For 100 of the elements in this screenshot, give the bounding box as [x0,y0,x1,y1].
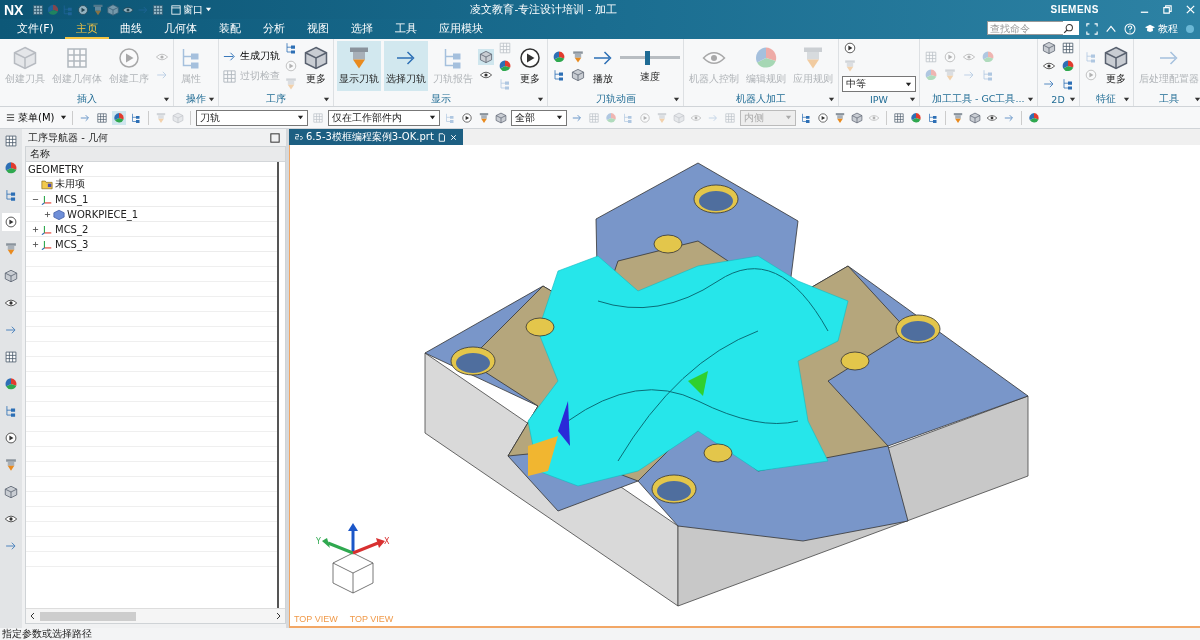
full-screen-icon[interactable] [1086,23,1098,35]
group-label: 工具 [1158,93,1179,106]
grid-icon[interactable] [2,132,20,150]
search-field[interactable]: 查找命令 [987,21,1063,35]
grid-icon[interactable] [2,348,20,366]
ribbon-button[interactable]: 更多 [1101,41,1130,91]
circle-icon[interactable] [2,213,20,231]
menu-tab[interactable]: 分析 [251,19,296,39]
cube-icon [1103,46,1128,70]
scroll-left-icon[interactable] [29,612,37,620]
menu-button[interactable]: 菜单(M) [6,110,68,125]
tree-item[interactable]: GEOMETRY [26,162,277,177]
caret-icon[interactable] [208,96,215,103]
grid-icon[interactable] [892,110,907,125]
grid-icon[interactable] [32,3,45,16]
help-icon[interactable] [1124,23,1136,35]
cube-icon[interactable] [570,67,586,83]
tree-item[interactable]: MCS_2 [26,222,277,237]
maximize-icon[interactable] [270,132,280,143]
quality-dropdown[interactable]: 中等 [842,76,916,92]
ribbon-button[interactable]: 生成刀轨 [222,47,280,65]
filter-dropdown[interactable]: 全部 [511,109,568,126]
group-label: IPW [870,94,888,105]
group-label: 刀轨动画 [595,93,636,106]
pie-icon[interactable] [112,110,127,125]
close-icon[interactable] [1185,4,1196,15]
group-label: 2D [1051,94,1065,105]
graphics-window[interactable]: Y X TOP VIEW TOP VIEW [289,145,1200,628]
caret-icon [785,114,793,121]
pie-icon[interactable] [1027,110,1042,125]
tree-item[interactable]: 未用项 [26,177,277,192]
grid-icon[interactable] [152,3,165,16]
document-icon [436,132,446,142]
caret-icon[interactable] [323,96,330,103]
caret-icon[interactable] [828,96,835,103]
scroll-right-icon[interactable] [274,612,282,620]
caret-icon[interactable] [1122,96,1130,103]
column-header[interactable]: 名称 [26,147,285,162]
axis-label: X [384,537,390,546]
tutorial-link[interactable]: 教程 [1144,19,1178,39]
grid-icon [222,68,237,84]
filter-dropdown[interactable]: 仅在工作部件内 [328,109,441,126]
group-label: 机器人加工 [736,93,786,106]
expand-icon[interactable] [32,240,39,248]
tree-item[interactable]: MCS_3 [26,237,277,252]
scroll-thumb[interactable] [40,611,136,621]
close-icon[interactable] [448,132,458,142]
caret-icon[interactable] [537,96,544,103]
cube-icon[interactable] [2,267,20,285]
pie-icon[interactable] [551,49,567,65]
coordinate-triad-drawing [322,523,385,594]
ribbon-button[interactable]: 播放 [589,41,617,91]
pie-icon[interactable] [909,110,924,125]
pie-icon[interactable] [497,58,513,74]
menu-tab[interactable]: 应用模块 [427,19,494,39]
node-tree-icon[interactable] [62,3,75,16]
cube-icon[interactable] [968,110,983,125]
caret-icon[interactable] [673,96,680,103]
collapse-ribbon-icon[interactable] [1105,23,1117,35]
expand-icon[interactable] [32,225,39,233]
cube-icon[interactable] [1040,40,1057,56]
ribbon-button[interactable]: 显示刀轨 [337,41,381,91]
grid-icon[interactable] [95,110,110,125]
caret-icon[interactable] [1026,96,1034,103]
menu-tab[interactable]: 视图 [295,19,340,39]
restore-icon[interactable] [1162,4,1173,15]
brand-logo: SIEMENS [1050,4,1099,15]
caret-icon[interactable] [1068,96,1076,103]
tool-icon[interactable] [92,3,105,16]
expand-icon[interactable] [44,210,51,218]
caret-icon[interactable] [1193,96,1200,103]
cube-icon[interactable] [107,3,120,16]
menu-tab[interactable]: 装配 [207,19,252,39]
ribbon-button[interactable]: 更多 [302,41,330,91]
menu-tab[interactable]: 曲线 [108,19,153,39]
ribbon-button[interactable]: 更多 [516,41,544,91]
horizontal-scrollbar[interactable] [26,608,285,623]
coordinate-axes-icon [41,238,53,250]
menu-tab[interactable]: 文件(F) [6,19,65,39]
ribbon-button[interactable]: 选择刀轨 [384,41,428,91]
caret-icon[interactable] [909,96,916,103]
slider-thumb[interactable] [645,50,650,65]
menu-tab[interactable]: 几何体 [152,19,208,39]
group-label: 操作 [186,93,206,106]
window-menu[interactable]: 窗口 [171,2,213,17]
tree-item[interactable]: WORKPIECE_1 [26,207,277,222]
caret-icon[interactable] [163,96,170,103]
filter-dropdown[interactable]: 刀轨 [196,109,309,126]
search-icon[interactable] [1063,22,1074,34]
cube-icon [304,46,328,70]
document-tab[interactable]: 6.5-3模框编程案例3-OK.prt [289,129,463,145]
cube-icon[interactable] [478,49,494,65]
menu-tab[interactable]: 工具 [383,19,428,39]
cube-icon[interactable] [850,110,865,125]
menu-tab[interactable]: 选择 [339,19,384,39]
tree-item[interactable]: MCS_1 [26,192,277,207]
cube-icon[interactable] [2,483,20,501]
cube-icon[interactable] [494,110,509,125]
tool-icon[interactable] [570,49,586,65]
menu-icon [6,113,15,122]
